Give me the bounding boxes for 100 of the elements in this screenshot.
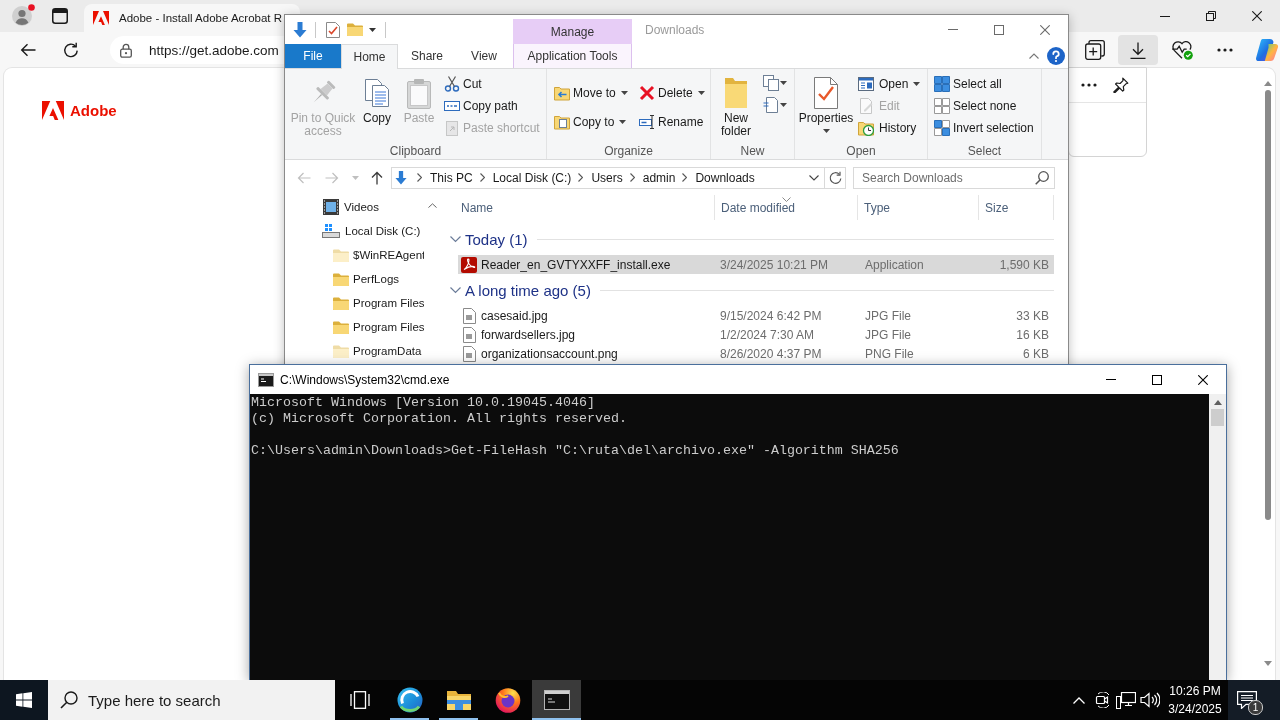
monitor-icon[interactable] <box>1116 691 1136 709</box>
ribbon-button[interactable]: Rename <box>639 107 707 136</box>
pin-icon[interactable] <box>1113 77 1129 93</box>
up-arrow-icon[interactable] <box>371 170 383 185</box>
search-field[interactable]: Type here to search <box>48 680 335 720</box>
file-name: casesaid.jpg <box>481 308 548 323</box>
plus-squares-icon[interactable] <box>1085 40 1105 60</box>
breadcrumb[interactable]: This PC <box>430 170 473 185</box>
ribbon-button[interactable]: History <box>858 117 920 139</box>
file-row[interactable]: organizationsaccount.png 8/26/2020 4:37 PM PNG File 6 KB <box>458 344 1054 363</box>
breadcrumb[interactable]: Downloads <box>695 170 755 185</box>
column-header[interactable]: Date modified <box>715 195 858 220</box>
chevron-right-icon[interactable] <box>682 173 688 182</box>
ribbon-tab[interactable]: Share <box>398 44 456 68</box>
breadcrumb[interactable]: Local Disk (C:) <box>492 170 572 185</box>
tree-item[interactable]: ProgramData <box>333 339 422 363</box>
address-bar[interactable]: https://get.adobe.com <box>110 36 284 64</box>
chevron-down-icon[interactable] <box>809 174 819 181</box>
caret-icon[interactable] <box>369 27 376 32</box>
gradient-logo-icon[interactable] <box>1255 38 1279 62</box>
file-row[interactable]: forwardsellers.jpg 1/2/2024 7:30 AM JPG File 16 KB <box>458 325 1054 344</box>
ribbon-tab[interactable]: Application Tools <box>513 44 632 68</box>
tree-item[interactable]: Local Disk (C:) <box>322 219 421 243</box>
column-header[interactable]: Size <box>979 195 1054 220</box>
ribbon-tab[interactable]: File <box>285 44 341 68</box>
ribbon-tab[interactable]: Home <box>341 44 398 69</box>
stacked-windows-icon[interactable] <box>350 691 370 709</box>
column-header[interactable]: Name <box>455 195 715 220</box>
address-bar[interactable]: This PC Local Disk (C:) Users admin Downloads <box>391 166 825 189</box>
ribbon-button[interactable] <box>763 72 790 94</box>
scroll-down-icon[interactable] <box>1264 661 1272 666</box>
tree-item[interactable]: Program Files <box>333 291 424 315</box>
scroll-up-icon[interactable] <box>1213 400 1222 405</box>
ribbon-button[interactable]: Invert selection <box>934 117 1037 139</box>
downloads-button[interactable] <box>1118 35 1158 65</box>
group-header[interactable]: Today (1) <box>450 228 1054 250</box>
speaker-icon[interactable] <box>1140 692 1160 708</box>
close-icon[interactable] <box>1252 11 1262 21</box>
scroll-up-icon[interactable] <box>427 203 437 208</box>
console-line: Microsoft Windows [Version 10.0.19045.4046] <box>251 395 595 411</box>
ribbon-button[interactable]: Select none <box>934 95 1020 117</box>
tree-item[interactable]: Videos <box>323 195 379 219</box>
clock-time[interactable]: 10:26 PM <box>1169 682 1221 700</box>
search-field[interactable]: Search Downloads <box>853 166 1055 189</box>
avatar-icon[interactable] <box>12 4 35 26</box>
breadcrumb[interactable]: admin <box>642 170 676 185</box>
ribbon-button[interactable]: Delete <box>639 78 708 107</box>
delete-icon <box>639 84 655 101</box>
scroll-up-icon[interactable] <box>1264 81 1272 86</box>
back-arrow-icon[interactable] <box>20 43 36 57</box>
close-icon[interactable] <box>1198 374 1208 385</box>
windows-logo-icon[interactable] <box>16 692 32 708</box>
clock-date[interactable]: 3/24/2025 <box>1168 700 1222 718</box>
help-icon[interactable] <box>1047 47 1065 65</box>
file-type: PNG File <box>865 346 914 361</box>
tree-item[interactable]: Program Files <box>333 315 424 339</box>
browser-tab[interactable]: Adobe - Install Adobe Acrobat R <box>84 4 300 32</box>
maximize-icon[interactable] <box>1152 374 1162 385</box>
ribbon-group-label: New <box>740 143 765 159</box>
scrollbar-thumb[interactable] <box>1265 90 1271 520</box>
column-header[interactable]: Type <box>858 195 979 220</box>
ribbon-button[interactable]: Move to <box>554 78 631 107</box>
file-row[interactable]: casesaid.jpg 9/15/2024 6:42 PM JPG File 33 KB <box>458 306 1054 325</box>
chevron-right-icon[interactable] <box>578 173 584 182</box>
refresh-button[interactable] <box>825 166 846 189</box>
down-arrow-icon[interactable] <box>293 21 307 38</box>
browser-icon <box>396 687 423 713</box>
checklist-icon[interactable] <box>326 21 340 38</box>
ribbon-button[interactable]: Select all <box>934 73 1005 95</box>
logo-icon <box>42 101 64 120</box>
search-icon[interactable] <box>1035 170 1049 185</box>
chevron-right-icon[interactable] <box>629 173 635 182</box>
ribbon-button[interactable]: Cut <box>444 73 485 95</box>
more-icon[interactable] <box>1217 48 1233 52</box>
tree-item[interactable]: PerfLogs <box>333 267 400 291</box>
ribbon-button[interactable]: Properties <box>797 69 855 143</box>
ribbon-button[interactable]: Open <box>858 73 924 95</box>
breadcrumb[interactable]: Users <box>591 170 623 185</box>
ribbon-group-label: Open <box>846 143 876 159</box>
chevron-right-icon[interactable] <box>479 173 485 182</box>
chevron-right-icon[interactable] <box>417 173 422 182</box>
file-row[interactable]: Reader_en_GVTYXXFF_install.exe 3/24/2025 10:21 PM Application 1,590 KB <box>458 255 1054 274</box>
ribbon-button[interactable]: Copy <box>356 69 398 143</box>
more-icon[interactable] <box>1081 83 1097 87</box>
group-header[interactable]: A long time ago (5) <box>450 279 1054 301</box>
taskbar-app[interactable] <box>532 680 581 720</box>
ribbon-button[interactable]: Copy path <box>444 95 521 117</box>
speech-bubble-icon[interactable] <box>1237 691 1257 709</box>
ribbon-tab[interactable]: View <box>456 44 512 68</box>
ribbon-button[interactable] <box>763 94 790 116</box>
camera-icon[interactable] <box>1095 692 1111 708</box>
refresh-icon[interactable] <box>63 42 79 58</box>
window-icon[interactable] <box>52 8 68 24</box>
minimize-icon[interactable] <box>1160 15 1170 17</box>
scrollbar-thumb[interactable] <box>1211 409 1224 426</box>
restore-icon[interactable] <box>1206 11 1216 21</box>
heart-pulse-icon[interactable] <box>1171 40 1193 60</box>
ribbon-button[interactable]: Copy to <box>554 107 630 136</box>
logo-icon <box>93 11 109 25</box>
ribbon-button[interactable]: New folder <box>713 69 759 143</box>
